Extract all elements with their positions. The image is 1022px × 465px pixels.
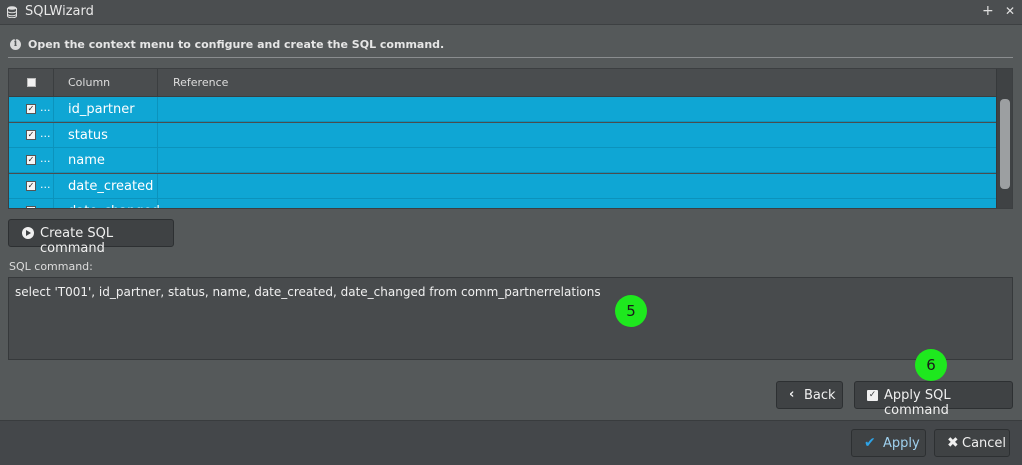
info-text: Open the context menu to configure and c…: [28, 38, 445, 51]
row-menu-dots[interactable]: ...: [40, 127, 51, 140]
create-sql-label: Create SQL command: [40, 226, 114, 256]
apply-sql-label: Apply SQL command: [884, 388, 951, 418]
close-icon: ✖: [947, 435, 959, 451]
info-icon: i: [10, 39, 21, 50]
info-bar: i Open the context menu to configure and…: [8, 36, 1013, 58]
column-name: date_changed: [68, 204, 160, 208]
database-icon: [7, 6, 17, 18]
row-menu-dots[interactable]: ...: [40, 101, 51, 114]
sql-command-label: SQL command:: [9, 260, 93, 273]
scrollbar-thumb[interactable]: [1000, 99, 1010, 189]
row-select-cell: ✓ ...: [9, 122, 54, 148]
header-column[interactable]: Column: [54, 69, 158, 97]
row-checkbox[interactable]: ✓: [26, 104, 36, 114]
plus-icon[interactable]: +: [982, 3, 994, 19]
title-bar: SQLWizard + ✕: [0, 0, 1022, 25]
row-checkbox[interactable]: ✓: [26, 206, 36, 208]
column-name: id_partner: [68, 102, 135, 117]
table-row[interactable]: ✓ ... id_partner: [9, 97, 996, 122]
table-row[interactable]: ✓ ... status: [9, 122, 996, 148]
row-menu-dots[interactable]: ...: [40, 178, 51, 191]
apply-label: Apply: [883, 436, 920, 451]
chevron-left-icon: ‹: [789, 387, 795, 402]
row-select-cell: ✓ ...: [9, 173, 54, 199]
table-row[interactable]: ✓ ... name: [9, 148, 996, 173]
column-grid: Column Reference ✓ ... id_partner ✓ ... …: [8, 68, 1013, 209]
header-reference[interactable]: Reference: [158, 69, 996, 97]
column-cell: date_created: [54, 173, 158, 199]
back-label: Back: [804, 388, 836, 403]
apply-button[interactable]: ✔ Apply: [851, 429, 926, 457]
check-icon: ✔: [864, 435, 876, 451]
column-cell: name: [54, 148, 158, 173]
play-icon: [22, 227, 34, 239]
row-checkbox[interactable]: ✓: [26, 155, 36, 165]
window-title: SQLWizard: [25, 4, 94, 19]
apply-sql-command-button[interactable]: ✓ Apply SQL command: [854, 381, 1013, 418]
row-menu-dots[interactable]: ...: [40, 152, 51, 165]
cancel-button[interactable]: ✖ Cancel: [934, 429, 1010, 457]
grid-header: Column Reference: [9, 69, 996, 97]
table-row[interactable]: ✓ ... date_created: [9, 173, 996, 199]
select-all-checkbox[interactable]: [27, 78, 36, 87]
row-menu-dots[interactable]: ...: [40, 203, 51, 208]
row-checkbox[interactable]: ✓: [26, 180, 36, 191]
column-cell: id_partner: [54, 97, 158, 122]
create-sql-button[interactable]: Create SQL command: [8, 219, 174, 256]
back-button[interactable]: ‹ Back: [776, 381, 843, 409]
row-select-cell: ✓ ...: [9, 199, 54, 208]
row-checkbox[interactable]: ✓: [26, 129, 36, 140]
row-select-cell: ✓ ...: [9, 148, 54, 173]
annotation-marker-5: 5: [615, 295, 647, 327]
annotation-marker-6: 6: [915, 349, 947, 381]
grid-scrollbar[interactable]: [996, 69, 1012, 208]
column-name: name: [68, 153, 105, 168]
column-cell: date_changed: [54, 199, 160, 208]
table-row[interactable]: ✓ ... date_changed: [9, 199, 996, 208]
column-name: status: [68, 127, 108, 143]
column-cell: status: [54, 122, 158, 148]
cancel-label: Cancel: [962, 436, 1007, 451]
column-name: date_created: [68, 178, 154, 194]
sql-command-field[interactable]: select 'T001', id_partner, status, name,…: [8, 277, 1013, 360]
checkbox-icon: ✓: [867, 390, 878, 401]
close-icon[interactable]: ✕: [1005, 3, 1015, 19]
row-select-cell: ✓ ...: [9, 97, 54, 122]
header-select-all-cell: [9, 69, 54, 97]
